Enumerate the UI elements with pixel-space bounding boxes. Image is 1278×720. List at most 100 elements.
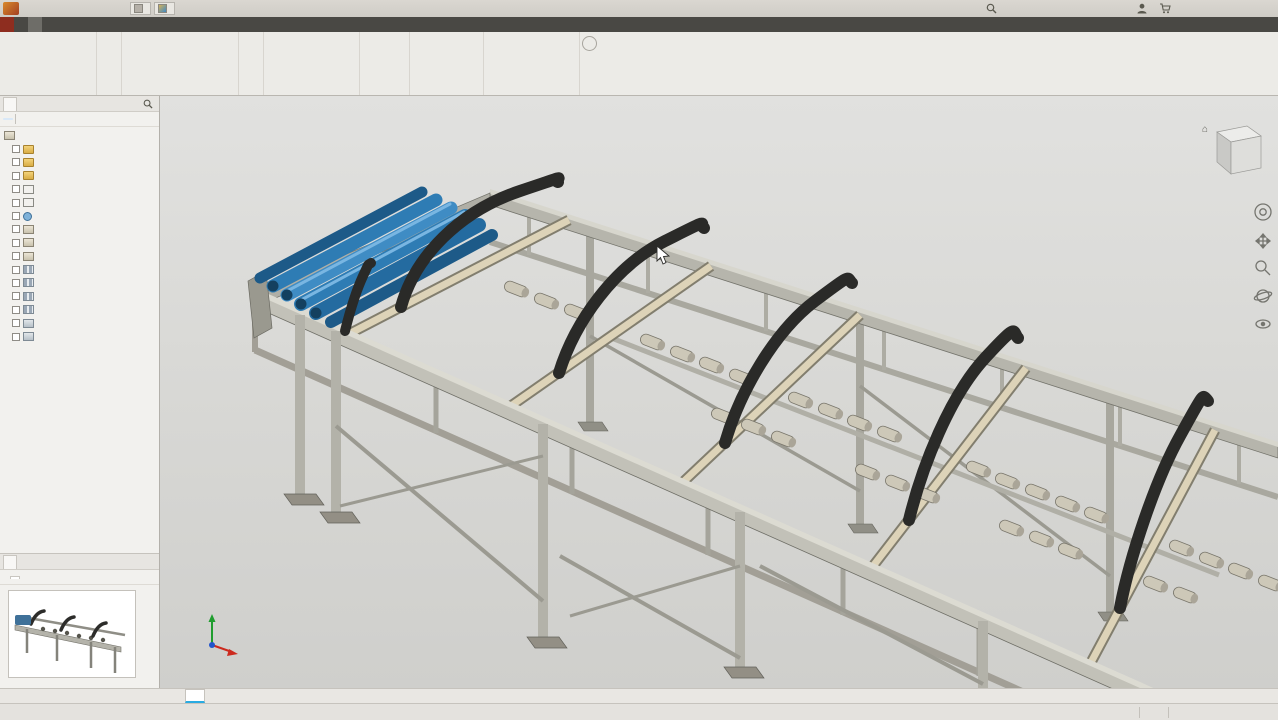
- save-icon[interactable]: [58, 2, 73, 15]
- user-avatar-icon[interactable]: [1137, 3, 1147, 14]
- ucs-button[interactable]: [458, 65, 481, 80]
- grid-icon[interactable]: [196, 2, 211, 15]
- viewport-3d-scene[interactable]: ⌂: [160, 96, 1278, 688]
- place-button[interactable]: [3, 33, 48, 57]
- pan-icon[interactable]: [1254, 232, 1272, 250]
- tab-sketch[interactable]: [70, 17, 84, 32]
- expand-icon[interactable]: [12, 265, 20, 274]
- tab-environments[interactable]: [154, 17, 168, 32]
- home-tab-icon[interactable]: [166, 690, 182, 703]
- tab-collaborate[interactable]: [196, 17, 210, 32]
- tab-get-started[interactable]: [168, 17, 182, 32]
- expand-icon[interactable]: [12, 185, 20, 194]
- shrinkwrap-substitute-button[interactable]: [532, 33, 577, 57]
- expand-icon[interactable]: [12, 158, 20, 167]
- create-button[interactable]: [49, 33, 94, 57]
- open-icon[interactable]: [40, 2, 55, 15]
- browser-tab-model[interactable]: [3, 96, 17, 111]
- view-cube[interactable]: ⌂: [1202, 124, 1262, 175]
- tree-item-representations[interactable]: [10, 156, 159, 169]
- tab-file[interactable]: [0, 17, 14, 32]
- orbit-icon[interactable]: [1253, 289, 1273, 303]
- expand-icon[interactable]: [12, 278, 20, 287]
- tree-item-cv-200-000-f[interactable]: [10, 250, 159, 263]
- plane-button[interactable]: [412, 33, 457, 57]
- app-logo-icon[interactable]: [3, 2, 19, 15]
- tree-item-belt[interactable]: [10, 209, 159, 222]
- tab-assemble[interactable]: [28, 17, 42, 32]
- panel-label-position[interactable]: [99, 82, 119, 95]
- material-dropdown[interactable]: [130, 2, 151, 15]
- document-tab-active[interactable]: [185, 689, 205, 703]
- tab-factory[interactable]: [14, 17, 28, 32]
- pattern-button[interactable]: [241, 35, 261, 50]
- tab-view[interactable]: [140, 17, 154, 32]
- show-button[interactable]: [216, 35, 236, 50]
- search-icon[interactable]: [986, 3, 997, 14]
- tab-vault[interactable]: [182, 17, 196, 32]
- ground-and-root-button[interactable]: [362, 33, 407, 57]
- expand-icon[interactable]: [12, 332, 20, 341]
- tab-3d-model[interactable]: [56, 17, 70, 32]
- ribbon-overflow-button[interactable]: [582, 36, 597, 51]
- expand-icon[interactable]: [12, 145, 20, 154]
- forms-thumbnail[interactable]: [8, 590, 136, 678]
- tree-item-extended-outline[interactable]: [10, 196, 159, 209]
- panel-label-manage[interactable]: [266, 82, 357, 95]
- axis-button[interactable]: [458, 35, 481, 50]
- logic-tab-forms[interactable]: [10, 575, 20, 579]
- panel-label-pattern[interactable]: [241, 82, 261, 95]
- joint-button[interactable]: [124, 33, 169, 57]
- logic-tab[interactable]: [3, 554, 17, 569]
- tree-item-cv-100-012[interactable]: [10, 236, 159, 249]
- tab-manage[interactable]: [126, 17, 140, 32]
- ribbon-options-chevron-icon[interactable]: [224, 17, 236, 32]
- search-input[interactable]: [1003, 2, 1131, 15]
- measure-icon[interactable]: [178, 2, 193, 15]
- free-move-button[interactable]: [99, 35, 119, 50]
- look-at-icon[interactable]: [1255, 319, 1271, 329]
- tree-item-lower-upper-rollers-pat[interactable]: [10, 276, 159, 289]
- expand-icon[interactable]: [12, 238, 20, 247]
- expand-icon[interactable]: [12, 292, 20, 301]
- subtab-modeling[interactable]: [18, 118, 28, 120]
- hide-all-button[interactable]: [216, 65, 236, 80]
- expand-icon[interactable]: [12, 252, 20, 261]
- tree-item-origin[interactable]: [10, 169, 159, 182]
- tree-item-relationships[interactable]: [10, 142, 159, 155]
- show-sick-button[interactable]: [216, 50, 236, 65]
- tree-item-midbeam-pat[interactable]: [10, 303, 159, 316]
- parameters-button[interactable]: [312, 33, 357, 57]
- free-rotate-button[interactable]: [99, 50, 119, 65]
- navigation-wheel-icon[interactable]: [1254, 203, 1272, 221]
- zoom-icon[interactable]: [1255, 260, 1271, 276]
- panel-label-work-features[interactable]: [412, 82, 481, 95]
- tab-tools[interactable]: [112, 17, 126, 32]
- expand-icon[interactable]: [12, 171, 20, 180]
- point-button[interactable]: [458, 50, 481, 65]
- tree-item-root[interactable]: [2, 129, 159, 142]
- panel-label-component[interactable]: [3, 82, 94, 95]
- redo-icon[interactable]: [94, 2, 109, 15]
- close-button[interactable]: [1256, 1, 1276, 16]
- tree-item-outline[interactable]: [10, 183, 159, 196]
- tree-item-floor[interactable]: [10, 330, 159, 343]
- tree-item-frame-ends-pat[interactable]: [10, 290, 159, 303]
- expand-icon[interactable]: [12, 305, 20, 314]
- print-icon[interactable]: [112, 2, 127, 15]
- expand-icon[interactable]: [12, 198, 20, 207]
- logic-tab-rules[interactable]: [2, 576, 10, 578]
- tree-item-cv-100-010[interactable]: [10, 223, 159, 236]
- new-file-icon[interactable]: [22, 2, 37, 15]
- maximize-button[interactable]: [1230, 1, 1250, 16]
- panel-label-simplification[interactable]: [486, 82, 577, 95]
- tab-annotate[interactable]: [84, 17, 98, 32]
- panel-label-productivity[interactable]: [362, 82, 407, 95]
- tree-item-cv-100-000-fr[interactable]: [10, 316, 159, 329]
- logic-tab-global-forms[interactable]: [20, 576, 28, 578]
- copy-button[interactable]: [241, 65, 261, 80]
- tree-item-leg-supports-pat[interactable]: [10, 263, 159, 276]
- browser-search-icon[interactable]: [143, 99, 153, 109]
- tab-inspect[interactable]: [98, 17, 112, 32]
- expand-icon[interactable]: [12, 225, 20, 234]
